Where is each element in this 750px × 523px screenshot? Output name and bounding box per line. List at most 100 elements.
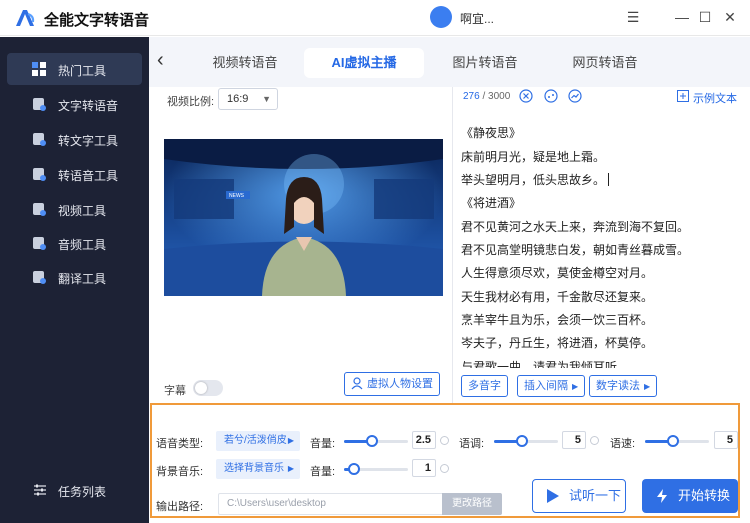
- tab-video-to-speech[interactable]: 视频转语音: [185, 48, 305, 78]
- insert-pause-button[interactable]: 插入间隔 ▶: [517, 375, 586, 397]
- tone-reset-icon[interactable]: [590, 436, 599, 445]
- volume-value[interactable]: 2.5: [412, 431, 436, 449]
- close-icon[interactable]: ✕: [722, 9, 738, 25]
- caret-right-icon: ▶: [287, 464, 294, 473]
- video-ratio-select[interactable]: 16:9 ▼: [218, 88, 278, 110]
- text-line: 君不见高堂明镜悲白发，朝如青丝暮成雪。: [461, 243, 690, 257]
- slider-thumb[interactable]: [667, 435, 679, 447]
- sidebar-item-label: 转语音工具: [58, 169, 119, 183]
- subtitle-toggle[interactable]: [193, 380, 223, 396]
- caret-right-icon: ▶: [572, 382, 579, 391]
- volume-slider[interactable]: [344, 434, 408, 448]
- minimize-icon[interactable]: —: [674, 9, 690, 25]
- sidebar-item-to-speech-tools[interactable]: 转语音工具: [7, 158, 142, 190]
- clear-icon[interactable]: [519, 89, 533, 103]
- volume-label: 音量:: [310, 438, 336, 450]
- start-conversion-button[interactable]: 开始转换: [642, 479, 738, 513]
- task-list-button[interactable]: 任务列表: [7, 474, 142, 506]
- chevron-down-icon: ▼: [262, 94, 271, 104]
- bgm-volume-value[interactable]: 1: [412, 459, 436, 477]
- tone-value[interactable]: 5: [562, 431, 586, 449]
- voice-type-label: 语音类型:: [156, 438, 204, 450]
- database-icon: [33, 133, 46, 146]
- user-avatar[interactable]: [430, 6, 452, 28]
- tone-slider[interactable]: [494, 434, 558, 448]
- text-line: 烹羊宰牛且为乐，会须一饮三百杯。: [461, 313, 654, 327]
- char-counter: 276 / 3000: [463, 91, 510, 102]
- output-path-label: 输出路径:: [156, 501, 204, 513]
- sidebar-item-audio-tools[interactable]: 音频工具: [7, 227, 142, 259]
- number-reading-button[interactable]: 数字读法 ▶: [589, 375, 658, 397]
- news-studio-image: NEWS: [164, 139, 443, 296]
- sliders-icon: [34, 484, 46, 496]
- bgm-volume-label: 音量:: [310, 466, 336, 478]
- tab-web-to-speech[interactable]: 网页转语音: [545, 48, 665, 78]
- example-text-label: 示例文本: [693, 93, 737, 105]
- database-icon: [33, 203, 46, 216]
- sidebar-item-label: 翻译工具: [58, 272, 107, 286]
- sidebar-item-video-tools[interactable]: 视频工具: [7, 193, 142, 225]
- caret-right-icon: ▶: [287, 436, 294, 445]
- plus-square-icon: [677, 90, 689, 102]
- listen-preview-button[interactable]: 试听一下: [532, 479, 626, 513]
- bgm-volume-reset-icon[interactable]: [440, 464, 449, 473]
- virtual-avatar-settings-label: 虚拟人物设置: [367, 378, 433, 390]
- trend-icon[interactable]: [568, 89, 582, 103]
- speed-label: 语速:: [610, 438, 636, 450]
- video-preview: NEWS: [164, 139, 443, 296]
- menu-icon[interactable]: ☰: [625, 9, 641, 25]
- volume-reset-icon[interactable]: [440, 436, 449, 445]
- bgm-value: 选择背景音乐: [224, 463, 284, 474]
- polyphone-label: 多音字: [468, 380, 501, 392]
- database-icon: [33, 98, 46, 111]
- slider-thumb[interactable]: [366, 435, 378, 447]
- database-icon: [33, 168, 46, 181]
- tab-bar: ‹ 视频转语音 AI虚拟主播 图片转语音 网页转语音: [149, 37, 750, 87]
- sidebar-item-label: 热门工具: [58, 64, 107, 78]
- sidebar-item-label: 文字转语音: [58, 99, 119, 113]
- grid-icon: [32, 62, 46, 76]
- voice-type-select[interactable]: 若兮/活泼俏皮 ▶: [216, 431, 300, 451]
- listen-preview-label: 试听一下: [569, 488, 622, 503]
- sidebar-item-to-text-tools[interactable]: 转文字工具: [7, 123, 142, 155]
- sidebar: 热门工具 文字转语音 转文字工具 转语音工具 视频工具 音频工具 翻译工具 任务…: [0, 37, 149, 523]
- output-path-field[interactable]: C:\Users\user\desktop: [218, 493, 444, 515]
- sidebar-item-text-to-speech[interactable]: 文字转语音: [7, 88, 142, 120]
- voice-type-value: 若兮/活泼俏皮: [224, 435, 287, 446]
- text-line: 《将进酒》: [461, 196, 522, 210]
- slider-thumb[interactable]: [348, 463, 360, 475]
- text-cursor: [608, 173, 610, 186]
- subtitle-label: 字幕: [164, 385, 186, 397]
- app-logo-icon: [16, 10, 35, 26]
- task-list-label: 任务列表: [58, 485, 107, 499]
- video-ratio-label: 视频比例:: [167, 96, 215, 108]
- char-count: 276: [463, 91, 480, 102]
- convert-icon: [657, 489, 667, 503]
- sidebar-item-translate-tools[interactable]: 翻译工具: [7, 261, 142, 293]
- news-overlay-text: NEWS: [229, 193, 245, 199]
- text-editor[interactable]: 《静夜思》 床前明月光，疑是地上霜。 举头望明月，低头思故乡。 《将进酒》 君不…: [453, 112, 750, 368]
- polyphone-button[interactable]: 多音字: [461, 375, 508, 397]
- sidebar-item-label: 音频工具: [58, 238, 107, 252]
- maximize-icon[interactable]: ☐: [697, 9, 713, 25]
- voice-settings-panel: 语音类型: 若兮/活泼俏皮 ▶ 音量: 2.5 语调: 5 语速: 5 背景音乐…: [150, 403, 740, 518]
- back-chevron-icon[interactable]: ‹: [157, 50, 173, 71]
- bgm-volume-slider[interactable]: [344, 462, 408, 476]
- speed-value[interactable]: 5: [714, 431, 738, 449]
- example-text-button[interactable]: 示例文本: [677, 90, 737, 106]
- virtual-avatar-settings-button[interactable]: 虚拟人物设置: [344, 372, 440, 396]
- text-line-content: 举头望明月，低头思故乡。: [461, 173, 606, 187]
- bgm-select[interactable]: 选择背景音乐 ▶: [216, 459, 300, 479]
- text-line: 《静夜思》: [461, 126, 522, 140]
- change-path-button[interactable]: 更改路径: [442, 493, 502, 515]
- database-icon: [33, 237, 46, 250]
- link-icon[interactable]: [544, 89, 558, 103]
- tone-label: 语调:: [459, 438, 485, 450]
- speed-slider[interactable]: [645, 434, 709, 448]
- toggle-knob: [195, 382, 207, 394]
- tab-ai-virtual-anchor[interactable]: AI虚拟主播: [304, 48, 424, 78]
- sidebar-item-hot-tools[interactable]: 热门工具: [7, 53, 142, 85]
- user-name[interactable]: 啊宜...: [460, 10, 494, 27]
- slider-thumb[interactable]: [516, 435, 528, 447]
- tab-image-to-speech[interactable]: 图片转语音: [425, 48, 545, 78]
